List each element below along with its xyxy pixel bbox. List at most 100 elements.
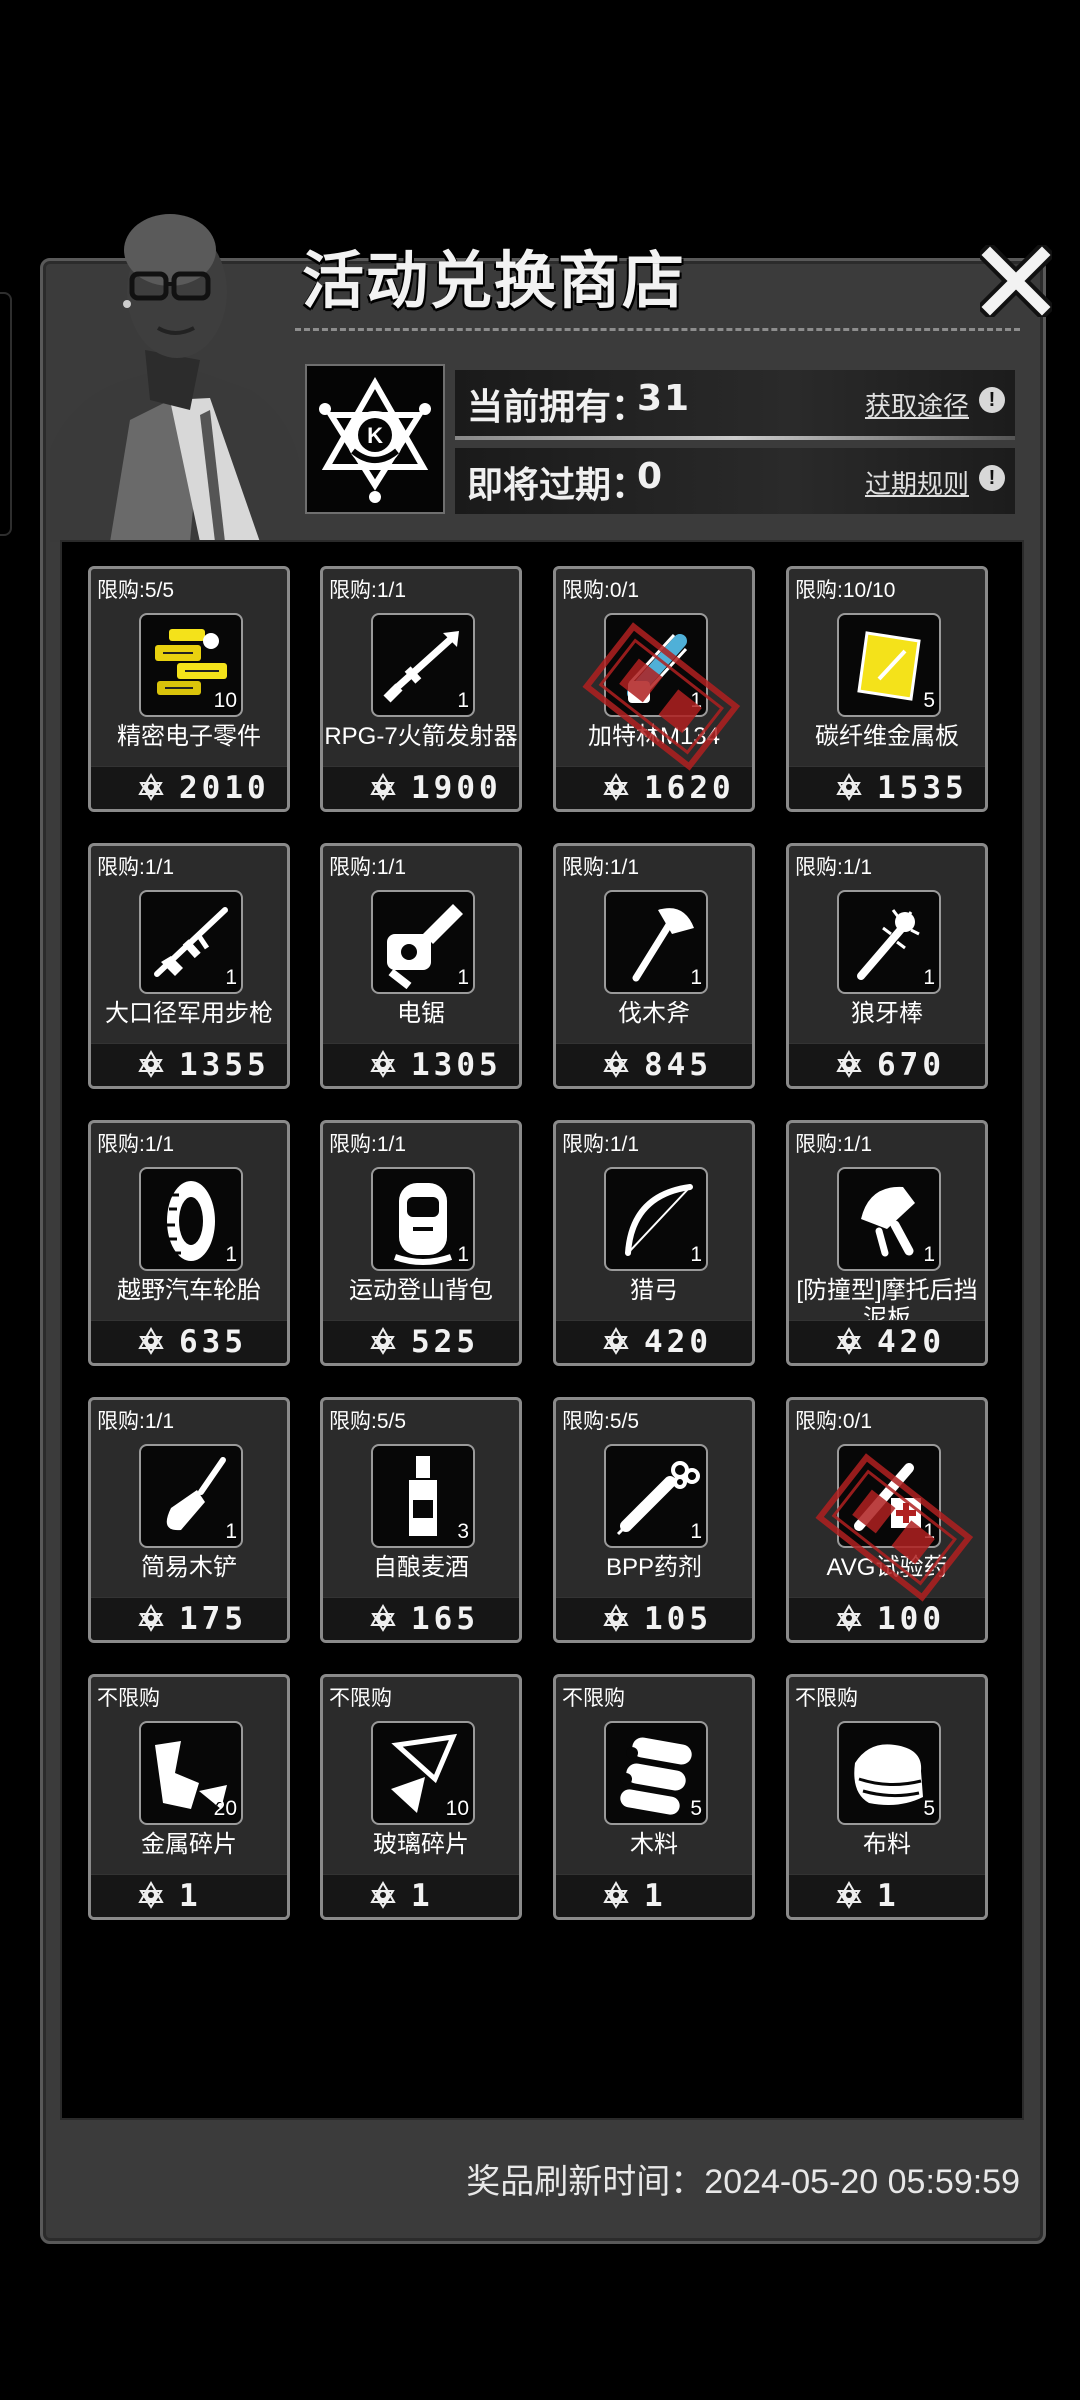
coin-icon [135,1881,167,1911]
item-name: 伐木斧 [618,1000,690,1027]
item-quantity: 1 [225,1243,237,1266]
item-price: 1355 [179,1047,270,1083]
shop-item-card[interactable]: 限购:1/1 1 RPG-7火箭发射器 1900 [320,566,522,812]
shop-item-card[interactable]: 不限购 5 木料 1 [553,1674,755,1920]
fender-icon: 1 [837,1167,941,1271]
purchase-limit: 限购:1/1 [97,856,175,879]
coin-icon [833,1881,865,1911]
item-price: 525 [411,1324,479,1360]
item-price: 420 [877,1324,945,1360]
purchase-limit: 限购:1/1 [562,856,640,879]
coin-icon [135,1327,167,1357]
shop-item-card[interactable]: 不限购 5 布料 1 [786,1674,988,1920]
item-name: 越野汽车轮胎 [117,1277,261,1304]
test-medicine-icon: 1 [837,1444,941,1548]
item-price: 1900 [411,770,502,806]
coin-icon [600,1604,632,1634]
shop-item-card[interactable]: 限购:1/1 1 电锯 1305 [320,843,522,1089]
gatling-gun-icon: 1 [604,613,708,717]
shop-item-card[interactable]: 限购:5/5 1 BPP药剂 105 [553,1397,755,1643]
item-quantity: 1 [923,1520,935,1543]
shop-item-card[interactable]: 限购:1/1 1 [防撞型]摩托后挡泥板 420 [786,1120,988,1366]
shop-item-card[interactable]: 限购:5/5 10 精密电子零件 2010 [88,566,290,812]
item-quantity: 1 [457,966,469,989]
item-name: 简易木铲 [141,1554,237,1581]
item-quantity: 1 [457,1243,469,1266]
purchase-limit: 不限购 [562,1687,625,1710]
coin-icon [135,1604,167,1634]
axe-icon: 1 [604,890,708,994]
coin-icon [600,1050,632,1080]
shop-item-card[interactable]: 限购:10/10 5 碳纤维金属板 1535 [786,566,988,812]
shop-item-card[interactable]: 限购:0/1 1 AVG试验药 100 [786,1397,988,1643]
spiked-club-icon: 1 [837,890,941,994]
coin-icon [367,1604,399,1634]
shop-item-card[interactable]: 限购:5/5 3 自酿麦酒 165 [320,1397,522,1643]
tire-icon: 1 [139,1167,243,1271]
npc-portrait [50,214,300,542]
item-quantity: 5 [690,1797,702,1820]
exclamation-icon[interactable]: ! [979,387,1005,413]
price-bar: 165 [323,1597,519,1640]
item-name: 金属碎片 [141,1831,237,1858]
bow-icon: 1 [604,1167,708,1271]
price-bar: 2010 [91,766,287,809]
purchase-limit: 不限购 [97,1687,160,1710]
item-price: 1 [411,1878,434,1914]
shop-item-card[interactable]: 限购:1/1 1 运动登山背包 525 [320,1120,522,1366]
coin-icon [833,1327,865,1357]
carbon-plate-icon: 5 [837,613,941,717]
coin-icon [135,1050,167,1080]
shop-item-card[interactable]: 不限购 20 金属碎片 1 [88,1674,290,1920]
item-price: 1535 [877,770,968,806]
coin-icon [600,773,632,803]
side-edge-decoration [0,292,12,536]
item-name: 自酿麦酒 [373,1554,469,1581]
shop-item-card[interactable]: 限购:0/1 1 加特林M134 1620 [553,566,755,812]
shop-item-card[interactable]: 限购:1/1 1 大口径军用步枪 1355 [88,843,290,1089]
expire-rule-link[interactable]: 过期规则 [865,464,969,501]
item-quantity: 1 [690,1243,702,1266]
item-name: 猎弓 [630,1277,678,1304]
price-bar: 1900 [323,766,519,809]
price-bar: 1 [789,1874,985,1917]
shop-item-card[interactable]: 限购:1/1 1 简易木铲 175 [88,1397,290,1643]
item-price: 100 [877,1601,945,1637]
purchase-limit: 不限购 [795,1687,858,1710]
owned-label: 当前拥有： [467,387,648,428]
item-name: 运动登山背包 [349,1277,493,1304]
purchase-limit: 限购:5/5 [562,1410,640,1433]
bottle-icon: 3 [371,1444,475,1548]
close-icon[interactable] [980,245,1052,317]
shop-item-card[interactable]: 限购:1/1 1 伐木斧 845 [553,843,755,1089]
shop-item-card[interactable]: 限购:1/1 1 猎弓 420 [553,1120,755,1366]
refresh-value: 2024-05-20 05:59:59 [704,2163,1020,2201]
coin-icon [600,1327,632,1357]
coin-icon [367,1050,399,1080]
item-quantity: 10 [445,1797,469,1820]
shop-item-card[interactable]: 限购:1/1 1 越野汽车轮胎 635 [88,1120,290,1366]
price-bar: 1 [91,1874,287,1917]
shop-title: 活动兑换商店 [302,244,687,317]
obtain-method-link[interactable]: 获取途径 [865,386,969,423]
purchase-limit: 限购:1/1 [562,1133,640,1156]
item-name: 大口径军用步枪 [105,1000,273,1027]
price-bar: 1305 [323,1043,519,1086]
purchase-limit: 限购:10/10 [795,579,896,602]
coin-icon [367,1881,399,1911]
item-quantity: 1 [923,966,935,989]
owned-row: 当前拥有： 31 获取途径 ! [455,370,1015,436]
price-bar: 100 [789,1597,985,1640]
coin-icon [600,1881,632,1911]
item-price: 1 [877,1878,900,1914]
shop-item-card[interactable]: 不限购 10 玻璃碎片 1 [320,1674,522,1920]
price-bar: 1 [556,1874,752,1917]
item-name: 玻璃碎片 [373,1831,469,1858]
shop-item-card[interactable]: 限购:1/1 1 狼牙棒 670 [786,843,988,1089]
item-quantity: 5 [923,1797,935,1820]
price-bar: 670 [789,1043,985,1086]
exclamation-icon[interactable]: ! [979,465,1005,491]
info-divider [455,436,1015,440]
price-bar: 1620 [556,766,752,809]
item-name: 木料 [630,1831,678,1858]
